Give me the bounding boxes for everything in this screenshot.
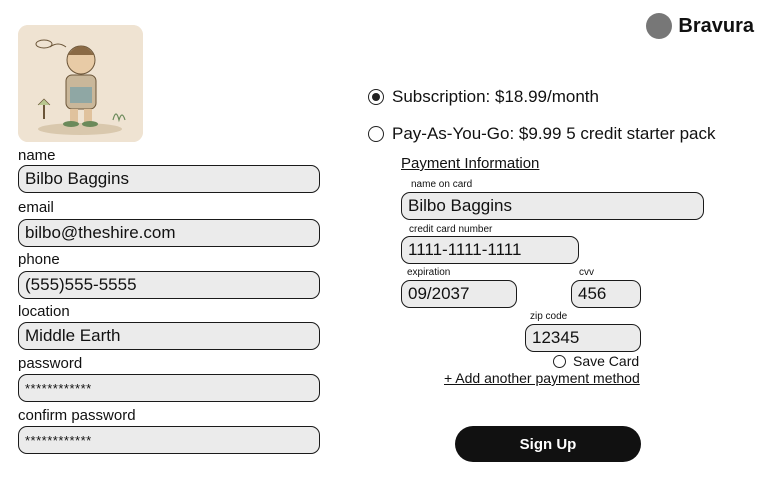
- name-on-card-field[interactable]: [401, 192, 704, 220]
- plan-pay-as-you-go[interactable]: Pay-As-You-Go: $9.99 5 credit starter pa…: [368, 124, 715, 144]
- location-field[interactable]: [18, 322, 320, 350]
- plan-pay-as-you-go-label: Pay-As-You-Go: $9.99 5 credit starter pa…: [392, 124, 716, 143]
- add-payment-method-link[interactable]: + Add another payment method: [444, 370, 640, 386]
- phone-label: phone: [18, 251, 60, 268]
- save-card-label: Save Card: [573, 353, 640, 369]
- phone-field[interactable]: [18, 271, 320, 299]
- confirm-password-field[interactable]: [18, 426, 320, 454]
- hobbit-sketch-icon: [18, 25, 143, 142]
- password-label: password: [18, 355, 83, 372]
- expiration-field[interactable]: [401, 280, 517, 308]
- credit-card-number-label: credit card number: [409, 224, 493, 235]
- credit-card-number-field[interactable]: [401, 236, 579, 264]
- brand-logo-icon: [646, 13, 673, 39]
- expiration-label: expiration: [407, 267, 451, 278]
- save-card-radio[interactable]: [553, 354, 566, 368]
- name-label: name: [18, 147, 56, 164]
- location-label: location: [18, 303, 70, 320]
- brand: Bravura: [646, 13, 754, 39]
- plan-subscription-label: Subscription: $18.99/month: [392, 87, 599, 106]
- plan-subscription[interactable]: Subscription: $18.99/month: [368, 87, 599, 107]
- name-on-card-label: name on card: [411, 179, 473, 190]
- zip-code-label: zip code: [530, 311, 568, 322]
- save-card-option[interactable]: Save Card: [553, 353, 639, 369]
- email-label: email: [18, 199, 54, 216]
- pay-as-you-go-radio[interactable]: [368, 126, 384, 142]
- password-field[interactable]: [18, 374, 320, 402]
- cvv-field[interactable]: [571, 280, 641, 308]
- zip-code-field[interactable]: [525, 324, 641, 352]
- confirm-password-label: confirm password: [18, 407, 136, 424]
- name-field[interactable]: [18, 165, 320, 193]
- payment-information-title: Payment Information: [401, 155, 540, 172]
- email-field[interactable]: [18, 219, 320, 247]
- subscription-radio[interactable]: [368, 89, 384, 105]
- sign-up-button[interactable]: Sign Up: [455, 426, 641, 462]
- cvv-label: cvv: [579, 267, 594, 278]
- avatar: [18, 25, 143, 142]
- brand-name: Bravura: [678, 14, 754, 37]
